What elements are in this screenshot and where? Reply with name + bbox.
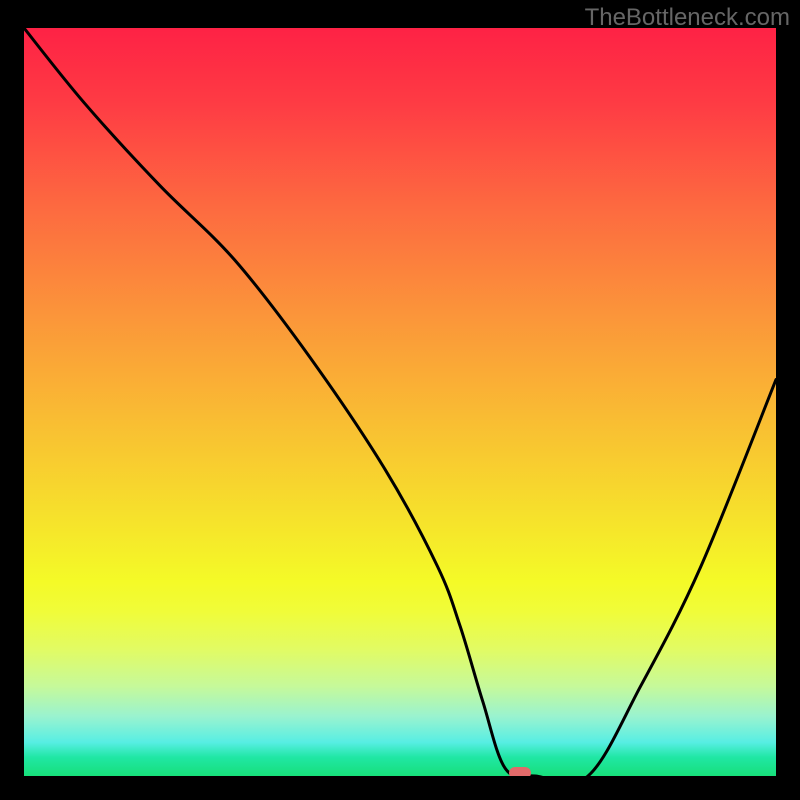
chart-frame: TheBottleneck.com bbox=[0, 0, 800, 800]
plot-area bbox=[24, 28, 776, 776]
bottleneck-curve bbox=[24, 28, 776, 776]
watermark-text: TheBottleneck.com bbox=[585, 4, 790, 32]
curve-path bbox=[24, 28, 776, 776]
optimal-marker bbox=[509, 767, 531, 776]
